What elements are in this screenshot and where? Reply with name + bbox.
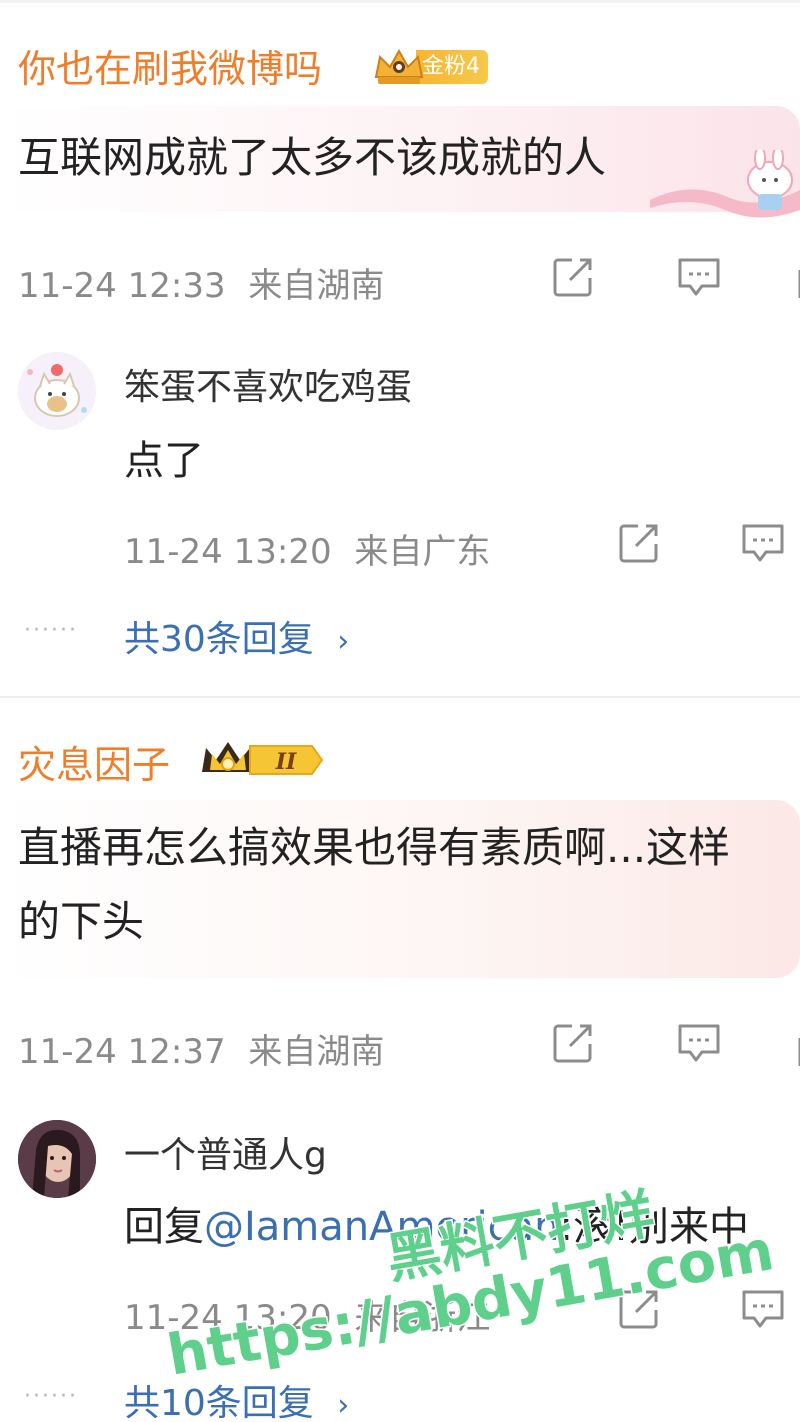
share-icon[interactable] xyxy=(550,254,596,300)
reply-text: 点了 xyxy=(124,438,204,484)
reply-meta: 11-24 13:20 来自广东 xyxy=(124,524,490,573)
comment-icon[interactable] xyxy=(740,520,786,566)
comment-username[interactable]: 灾息因子 xyxy=(18,742,170,788)
chevron-right-icon: › xyxy=(337,1388,350,1422)
chevron-right-icon: › xyxy=(337,624,350,659)
reply-rest: :滚!别来中 xyxy=(559,1204,750,1250)
crown-icon xyxy=(372,47,426,87)
comment-icon[interactable] xyxy=(676,254,722,300)
comment-location: 来自湖南 xyxy=(248,1032,385,1072)
comment-username[interactable]: 你也在刷我微博吗 xyxy=(18,46,322,92)
thread-dots: ······ xyxy=(24,618,78,643)
reply-location: 来自广东 xyxy=(354,532,491,572)
share-icon[interactable] xyxy=(616,520,662,566)
reply-prefix: 回复 xyxy=(124,1204,204,1250)
more-replies-link[interactable]: 共30条回复 › xyxy=(124,610,349,662)
bunny-sticker-icon xyxy=(650,150,800,218)
comment-time: 11-24 12:37 xyxy=(18,1032,226,1072)
like-icon[interactable] xyxy=(792,1034,800,1080)
top-divider xyxy=(0,0,800,3)
reply-username[interactable]: 一个普通人g xyxy=(124,1126,327,1178)
comment-divider xyxy=(0,696,800,698)
like-icon[interactable] xyxy=(792,266,800,312)
comment-meta: 11-24 12:33 来自湖南 xyxy=(18,258,384,307)
comment-text-line1: 直播再怎么搞效果也得有素质啊...这样 xyxy=(18,823,731,872)
comment-bubble: 互联网成就了太多不该成就的人 xyxy=(0,106,800,218)
comment-bubble: 直播再怎么搞效果也得有素质啊...这样 的下头 xyxy=(0,800,800,978)
comment-text-line2: 的下头 xyxy=(18,897,145,946)
reply-time: 11-24 13:20 xyxy=(124,532,332,572)
comment-text: 互联网成就了太多不该成就的人 xyxy=(18,133,607,182)
mention-link[interactable]: @IamanAmerican xyxy=(204,1204,560,1250)
more-replies-label: 共10条回复 xyxy=(124,1383,314,1422)
more-replies-label: 共30条回复 xyxy=(124,619,314,660)
fan-badge-label: 金粉4 xyxy=(416,50,488,84)
comment-feed: 你也在刷我微博吗 金粉4 互联网成就了太多不该成就的人 11-24 12:33 … xyxy=(0,0,800,1422)
reply-username[interactable]: 笨蛋不喜欢吃鸡蛋 xyxy=(124,358,412,410)
level-badge[interactable]: II xyxy=(200,740,326,780)
fan-badge[interactable]: 金粉4 xyxy=(372,47,488,87)
comment-icon[interactable] xyxy=(676,1020,722,1066)
reply-meta: 11-24 13:20 来自浙江 xyxy=(124,1290,490,1339)
reply-text: 回复@IamanAmerican:滚!别来中 xyxy=(124,1194,749,1252)
level-badge-label: II xyxy=(275,749,297,775)
comment-icon[interactable] xyxy=(740,1286,786,1332)
reply-time: 11-24 13:20 xyxy=(124,1298,332,1338)
more-replies-link[interactable]: 共10条回复 › xyxy=(124,1374,349,1422)
thread-dots: ······ xyxy=(24,1384,78,1409)
share-icon[interactable] xyxy=(616,1286,662,1332)
comment-location: 来自湖南 xyxy=(248,266,385,306)
reply-location: 来自浙江 xyxy=(354,1298,491,1338)
comment-meta: 11-24 12:37 来自湖南 xyxy=(18,1024,384,1073)
share-icon[interactable] xyxy=(550,1020,596,1066)
avatar[interactable] xyxy=(18,352,96,430)
avatar[interactable] xyxy=(18,1120,96,1198)
comment-time: 11-24 12:33 xyxy=(18,266,226,306)
